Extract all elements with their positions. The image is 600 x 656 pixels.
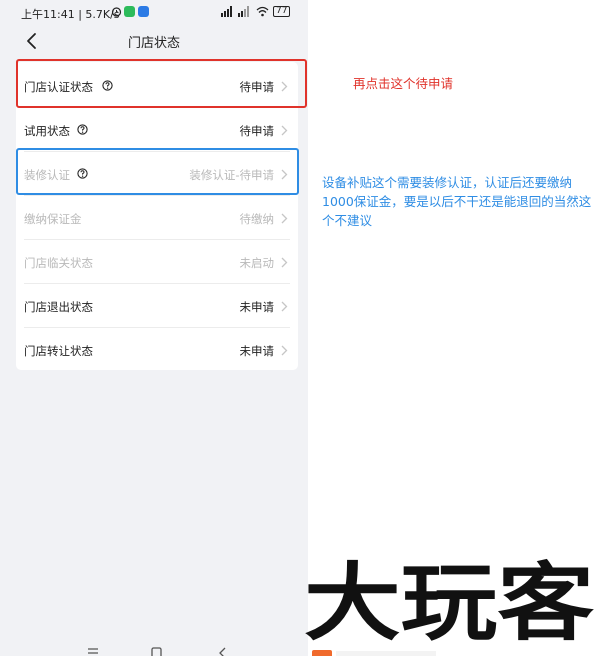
annotation-blue: 设备补贴这个需要装修认证，认证后还要缴纳1000保证金，要是以后不干还是能退回的… — [322, 175, 592, 228]
row-status: 待缴纳 — [239, 212, 275, 226]
menu-icon — [88, 648, 98, 654]
system-nav-bar — [0, 640, 308, 656]
chevron-right-icon — [281, 213, 288, 224]
battery-level: 77 — [276, 6, 288, 16]
chevron-right-icon — [281, 125, 288, 136]
wifi-icon — [256, 6, 269, 17]
question-circle-icon[interactable] — [77, 124, 88, 135]
row-label: 试用状态 — [24, 124, 70, 138]
row-status: 待申请 — [239, 124, 275, 138]
chevron-right-icon — [281, 257, 288, 268]
row-trial-status[interactable]: 试用状态 待申请 — [16, 108, 298, 152]
highlight-box-blue — [16, 148, 299, 195]
row-label: 门店转让状态 — [24, 344, 93, 358]
home-nav-button[interactable] — [150, 644, 164, 656]
app-notification-icon — [138, 6, 149, 17]
svg-text:大玩客: 大玩客 — [304, 554, 594, 648]
row-status: 未申请 — [239, 344, 275, 358]
nav-bar: 门店状态 — [0, 24, 308, 58]
page-title: 门店状态 — [127, 36, 180, 51]
status-bar: 上午11:41 | 5.7K/s 77 — [0, 0, 308, 24]
row-status: 未申请 — [239, 300, 275, 314]
signal-icon — [221, 6, 235, 17]
square-icon — [151, 647, 162, 656]
menu-nav-button[interactable] — [86, 644, 100, 656]
status-card: 门店认证状态 待申请 试用状态 待申请 装修认证 装修认证-待申请 缴纳保证金 … — [16, 62, 298, 370]
row-label: 门店临关状态 — [24, 256, 93, 270]
signal-icon — [238, 6, 252, 17]
row-label: 缴纳保证金 — [24, 212, 82, 226]
watermark-logo: 大玩客 — [304, 554, 594, 648]
row-label: 门店退出状态 — [24, 300, 93, 314]
chevron-right-icon — [281, 301, 288, 312]
taskbar-chip — [312, 650, 332, 656]
taskbar-strip — [336, 651, 436, 656]
row-deposit-payment[interactable]: 缴纳保证金 待缴纳 — [16, 196, 298, 240]
annotation-red: 再点击这个待申请 — [353, 76, 454, 91]
back-triangle-icon — [219, 647, 226, 656]
row-temporary-closure[interactable]: 门店临关状态 未启动 — [16, 240, 298, 284]
highlight-box-red — [16, 59, 307, 108]
row-status: 未启动 — [239, 256, 275, 270]
wechat-icon — [124, 6, 135, 17]
back-nav-button[interactable] — [216, 644, 230, 656]
chevron-right-icon — [281, 345, 288, 356]
row-store-transfer[interactable]: 门店转让状态 未申请 — [16, 328, 298, 372]
row-store-exit[interactable]: 门店退出状态 未申请 — [16, 284, 298, 328]
alarm-icon — [111, 6, 122, 17]
status-time: 上午11:41 | 5.7K/s — [21, 8, 120, 21]
battery-icon: 77 — [273, 6, 291, 17]
